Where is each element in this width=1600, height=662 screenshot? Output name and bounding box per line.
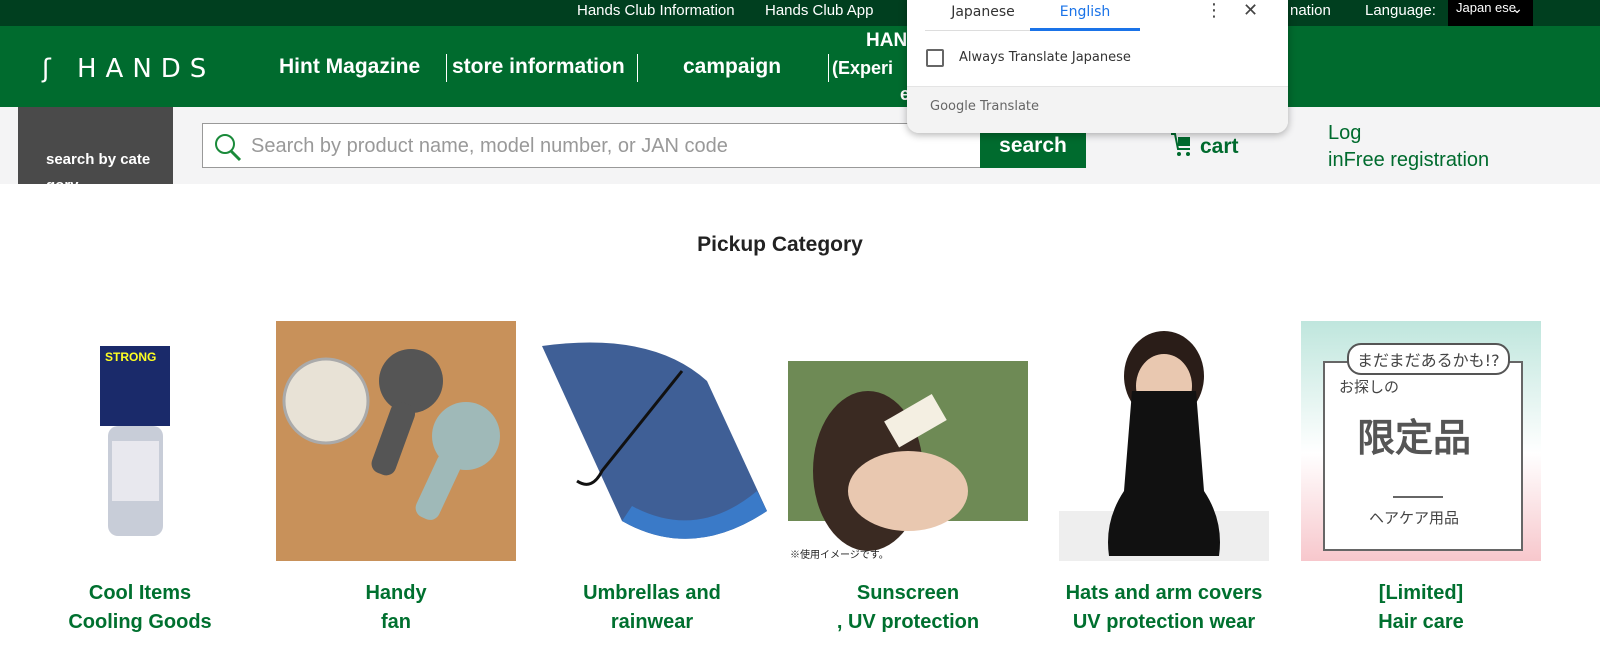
search-icon	[215, 134, 242, 162]
nav-hint-magazine[interactable]: Hint Magazine	[279, 55, 420, 79]
category-label-line1: Cool Items	[88, 582, 192, 604]
cooling-spray-image: STRONG	[100, 346, 170, 536]
hair-care-banner-image: まだまだあるかも!? お探しの 限定品 ヘアケア用品	[1301, 321, 1541, 561]
category-label-line2: , UV protection	[836, 611, 980, 633]
handy-fan-image	[276, 321, 516, 561]
hands-club-app-link[interactable]: Hands Club App	[765, 2, 873, 19]
section-title: Pickup Category	[697, 233, 863, 256]
hands-logo-mark-icon: ʃ	[42, 54, 60, 84]
category-label-line1: Umbrellas and	[583, 582, 721, 604]
cart-icon	[1171, 133, 1190, 156]
logo-text: HANDS	[77, 54, 216, 84]
banner-text: お探しの	[1339, 378, 1400, 396]
account-links: Log inFree registration	[1328, 120, 1489, 174]
information-link[interactable]: nation	[1290, 2, 1331, 19]
language-label: Language:	[1365, 2, 1436, 19]
search-placeholder: Search by product name, model number, or…	[251, 135, 728, 157]
category-label-line2: rainwear	[610, 611, 694, 633]
cart-link[interactable]: cart	[1170, 132, 1239, 159]
search-input[interactable]: Search by product name, model number, or…	[202, 123, 981, 168]
uv-face-mask-image	[1059, 331, 1269, 561]
category-label-line1: [Limited]	[1378, 582, 1464, 604]
hands-club-information-link[interactable]: Hands Club Information	[577, 2, 735, 19]
login-link[interactable]: Log	[1328, 120, 1489, 147]
close-icon[interactable]: ✕	[1243, 0, 1258, 21]
nav-hands-experience-line2[interactable]: (Experi	[832, 58, 893, 79]
search-by-category-button[interactable]: search by cate gory	[18, 107, 173, 184]
category-label-line1: Sunscreen	[856, 582, 960, 604]
popup-footer: Google Translate	[907, 86, 1288, 133]
image-caption: ※使用イメージです。	[790, 550, 889, 561]
google-translate-popup: Japanese English ⋮ ✕ Always Translate Ja…	[907, 0, 1288, 133]
category-label-line2: UV protection wear	[1072, 611, 1256, 633]
svg-text:STRONG: STRONG	[105, 350, 156, 364]
top-utility-bar: Hands Club Information Hands Club App na…	[0, 0, 1600, 26]
chevron-down-icon: ⌄	[1511, 0, 1523, 16]
nav-divider	[446, 54, 447, 82]
language-value: Japan ese	[1456, 0, 1516, 15]
sunscreen-image	[788, 361, 1028, 551]
tab-japanese[interactable]: Japanese	[928, 4, 1038, 28]
language-select[interactable]: Japan ese ⌄	[1448, 0, 1533, 26]
tab-english[interactable]: English	[1030, 4, 1140, 31]
always-translate-label[interactable]: Always Translate Japanese	[959, 50, 1131, 65]
category-label-line2: Cooling Goods	[68, 611, 212, 633]
banner-text: 限定品	[1357, 416, 1472, 460]
nav-store-information[interactable]: store information	[452, 55, 625, 79]
bottles-icon	[1393, 458, 1443, 498]
more-options-icon[interactable]: ⋮	[1205, 0, 1223, 21]
nav-campaign[interactable]: campaign	[683, 55, 781, 79]
cart-label: cart	[1200, 135, 1239, 158]
hands-logo[interactable]: ʃ HANDS	[42, 54, 215, 84]
category-label-line2: fan	[381, 611, 411, 633]
umbrella-image	[542, 342, 767, 539]
nav-hands-experience[interactable]: HAN	[866, 30, 907, 52]
banner-text: ヘアケア用品	[1369, 509, 1460, 527]
banner-text: まだまだあるかも!?	[1347, 343, 1510, 375]
nav-divider	[828, 54, 829, 82]
category-label-line2: Hair care	[1378, 611, 1464, 633]
main-header: ʃ HANDS Hint Magazine store information …	[0, 26, 1600, 107]
nav-divider	[637, 54, 638, 82]
google-translate-brand: Google Translate	[930, 99, 1040, 114]
always-translate-checkbox[interactable]	[926, 49, 944, 67]
category-label-line1: Hats and arm covers	[1065, 582, 1263, 604]
free-registration-link[interactable]: inFree registration	[1328, 147, 1489, 174]
category-label-line1: Handy	[365, 582, 427, 604]
